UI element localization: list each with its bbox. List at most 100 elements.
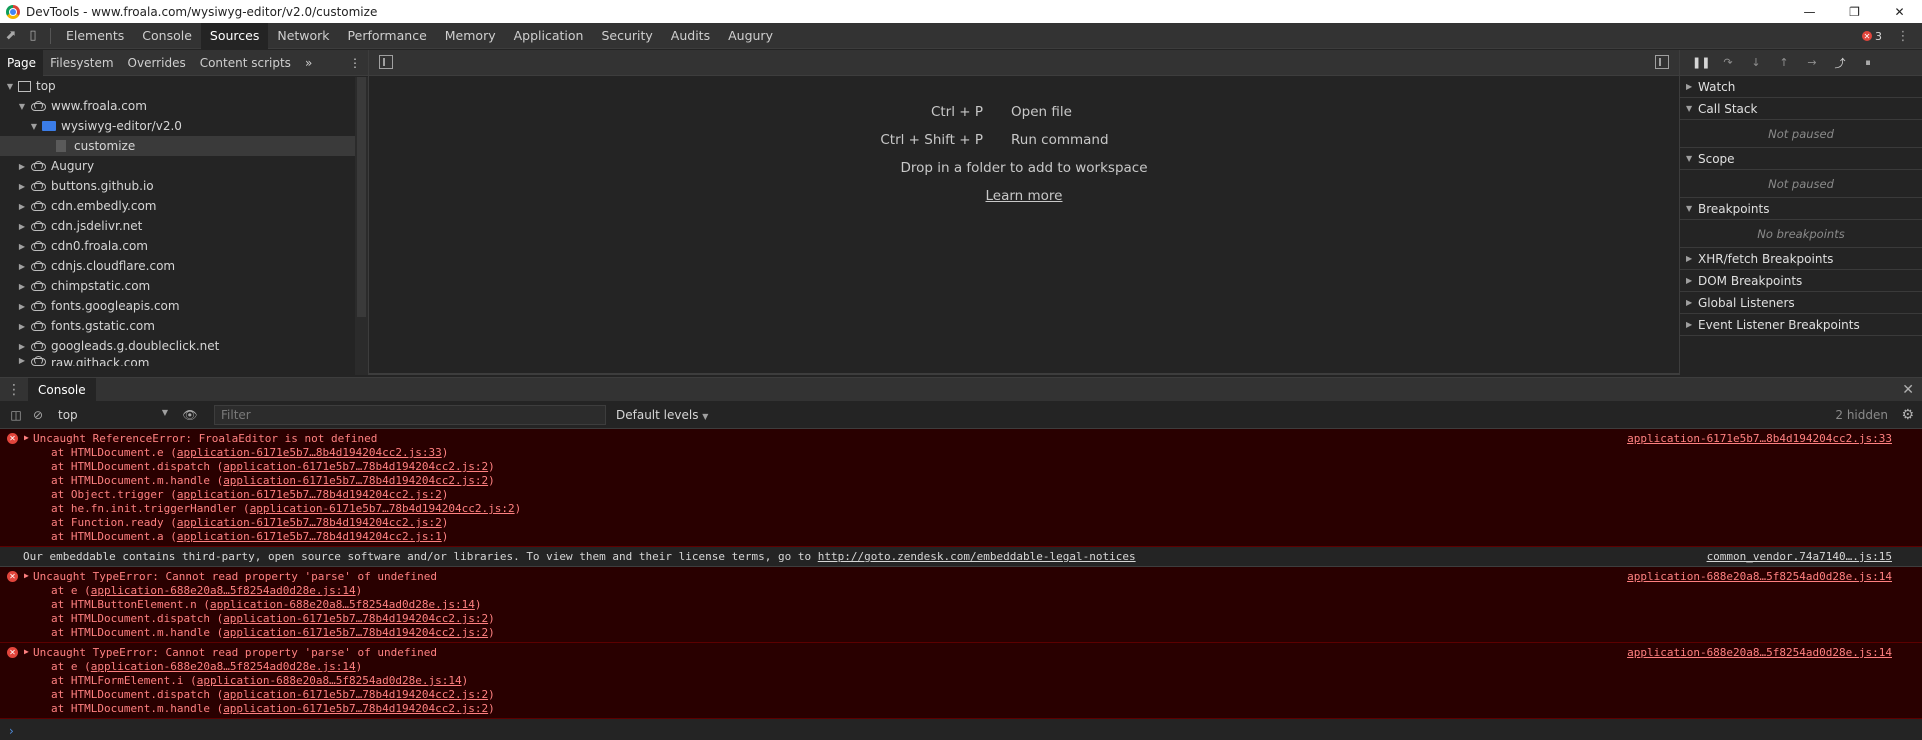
tab-application[interactable]: Application (505, 23, 593, 49)
stack-frame-link[interactable]: application-6171e5b7…78b4d194204cc2.js:2 (223, 626, 488, 639)
stack-frame-link[interactable]: application-6171e5b7…78b4d194204cc2.js:2 (250, 502, 515, 515)
step-icon[interactable]: → (1804, 56, 1820, 69)
close-window-icon[interactable]: ✕ (1877, 0, 1922, 23)
expand-arrow-icon[interactable]: ▶ (24, 433, 29, 442)
legal-notices-link[interactable]: http://goto.zendesk.com/embeddable-legal… (818, 550, 1136, 563)
tab-content-scripts[interactable]: Content scripts (193, 50, 298, 76)
tab-audits[interactable]: Audits (662, 23, 719, 49)
global-listeners-pane[interactable]: ▶ Global Listeners (1680, 292, 1922, 314)
tab-augury[interactable]: Augury (719, 23, 782, 49)
tab-filesystem[interactable]: Filesystem (43, 50, 120, 76)
error-icon: ✕ (7, 571, 18, 582)
learn-more-link[interactable]: Learn more (986, 188, 1063, 204)
tree-item-top[interactable]: ▼ top (0, 76, 368, 96)
tab-elements[interactable]: Elements (57, 23, 133, 49)
show-navigator-icon[interactable] (379, 55, 393, 69)
navigator-scrollbar[interactable] (355, 77, 368, 375)
dom-breakpoints-pane[interactable]: ▶ DOM Breakpoints (1680, 270, 1922, 292)
pause-icon[interactable]: ❚❚ (1692, 56, 1710, 69)
maximize-icon[interactable]: ❐ (1832, 0, 1877, 23)
error-counter[interactable]: ✕ 3 (1862, 30, 1882, 43)
source-link[interactable]: application-688e20a8…5f8254ad0d28e.js:14 (1627, 570, 1892, 583)
tree-item-augury[interactable]: ▶ Augury (0, 156, 368, 176)
tab-security[interactable]: Security (592, 23, 661, 49)
stack-frame-link[interactable]: application-6171e5b7…78b4d194204cc2.js:2 (223, 474, 488, 487)
scrollbar-thumb[interactable] (357, 77, 366, 317)
minimize-icon[interactable]: — (1787, 0, 1832, 23)
tab-sources[interactable]: Sources (200, 22, 269, 49)
expand-arrow-icon[interactable]: ▶ (24, 571, 29, 580)
tree-item-cdn0-froala[interactable]: ▶ cdn0.froala.com (0, 236, 368, 256)
call-stack-pane[interactable]: ▼ Call Stack (1680, 98, 1922, 120)
more-options-icon[interactable]: ⋮ (1892, 25, 1914, 47)
tree-item-cdn-jsdelivr[interactable]: ▶ cdn.jsdelivr.net (0, 216, 368, 236)
tree-item-fonts-googleapis[interactable]: ▶ fonts.googleapis.com (0, 296, 368, 316)
tree-item-wysiwyg[interactable]: ▼ wysiwyg-editor/v2.0 (0, 116, 368, 136)
stack-frame-link[interactable]: application-688e20a8…5f8254ad0d28e.js:14 (91, 660, 356, 673)
tree-item-customize[interactable]: customize (0, 136, 368, 156)
more-tabs-icon[interactable]: » (298, 50, 319, 76)
xhr-breakpoints-pane[interactable]: ▶ XHR/fetch Breakpoints (1680, 248, 1922, 270)
pause-on-exceptions-icon[interactable]: ⏸ (1860, 56, 1876, 70)
device-toolbar-icon[interactable]: ▯ (22, 25, 44, 47)
stack-frame-link[interactable]: application-6171e5b7…78b4d194204cc2.js:2 (223, 460, 488, 473)
stack-frame-link[interactable]: application-6171e5b7…78b4d194204cc2.js:2 (223, 702, 488, 715)
stack-frame-link[interactable]: application-688e20a8…5f8254ad0d28e.js:14 (91, 584, 356, 597)
console-filter-input[interactable] (214, 404, 606, 425)
console-prompt-input[interactable]: › (0, 725, 1922, 740)
tab-drawer-console[interactable]: Console (28, 377, 96, 402)
live-expression-eye-icon[interactable]: 👁 (180, 405, 200, 425)
stack-frame-link[interactable]: application-6171e5b7…78b4d194204cc2.js:1 (177, 530, 442, 543)
tree-item-cdn-embedly[interactable]: ▶ cdn.embedly.com (0, 196, 368, 216)
tab-page[interactable]: Page (0, 49, 44, 76)
sidebar-toggle-icon[interactable]: ◫ (6, 405, 26, 425)
drawer-menu-icon[interactable]: ⋮ (6, 382, 22, 398)
tree-item-cdnjs[interactable]: ▶ cdnjs.cloudflare.com (0, 256, 368, 276)
source-link[interactable]: common_vendor.74a7140….js:15 (1707, 550, 1892, 563)
scope-pane[interactable]: ▼ Scope (1680, 148, 1922, 170)
stack-frame-link[interactable]: application-688e20a8…5f8254ad0d28e.js:14 (210, 598, 475, 611)
stack-frame-link[interactable]: application-688e20a8…5f8254ad0d28e.js:14 (197, 674, 462, 687)
editor-area: Ctrl + P Open file Ctrl + Shift + P Run … (369, 50, 1679, 375)
collapsed-arrow-icon: ▶ (1686, 298, 1693, 307)
tab-performance[interactable]: Performance (339, 23, 436, 49)
stack-frame-link[interactable]: application-6171e5b7…78b4d194204cc2.js:2 (177, 488, 442, 501)
breakpoints-pane[interactable]: ▼ Breakpoints (1680, 198, 1922, 220)
collapsed-arrow-icon: ▶ (1686, 82, 1693, 91)
stack-frame-link[interactable]: application-6171e5b7…8b4d194204cc2.js:33 (177, 446, 442, 459)
log-levels-select[interactable]: Default levels ▼ (616, 408, 708, 422)
show-debugger-icon[interactable] (1655, 55, 1669, 69)
drop-folder-hint: Drop in a folder to add to workspace (900, 160, 1148, 176)
stack-frame-link[interactable]: application-6171e5b7…78b4d194204cc2.js:2 (223, 688, 488, 701)
source-link[interactable]: application-688e20a8…5f8254ad0d28e.js:14 (1627, 646, 1892, 659)
tree-item-raw-githack[interactable]: ▶ raw.githack.com (0, 356, 368, 366)
clear-console-icon[interactable]: ⊘ (28, 405, 48, 425)
stack-frame-link[interactable]: application-6171e5b7…78b4d194204cc2.js:2 (223, 612, 488, 625)
inspect-element-icon[interactable]: ⬈ (0, 25, 22, 47)
tab-console[interactable]: Console (133, 23, 201, 49)
collapsed-arrow-icon: ▶ (18, 221, 26, 231)
tab-network[interactable]: Network (268, 23, 338, 49)
step-out-icon[interactable]: ↑ (1776, 56, 1792, 69)
watch-pane[interactable]: ▶ Watch (1680, 76, 1922, 98)
step-over-icon[interactable]: ↷ (1720, 56, 1736, 69)
close-drawer-icon[interactable]: ✕ (1902, 382, 1914, 398)
expand-arrow-icon[interactable]: ▶ (24, 647, 29, 656)
tree-item-chimpstatic[interactable]: ▶ chimpstatic.com (0, 276, 368, 296)
tree-item-froala[interactable]: ▼ www.froala.com (0, 96, 368, 116)
tree-item-label: top (36, 79, 56, 93)
stack-frame-link[interactable]: application-6171e5b7…78b4d194204cc2.js:2 (177, 516, 442, 529)
source-link[interactable]: application-6171e5b7…8b4d194204cc2.js:33 (1627, 432, 1892, 445)
context-select[interactable]: top ▼ (58, 408, 168, 422)
navigator-menu-icon[interactable]: ⋮ (342, 50, 368, 76)
tab-memory[interactable]: Memory (436, 23, 505, 49)
deactivate-breakpoints-icon[interactable]: ⤴ (1832, 55, 1848, 71)
tree-item-fonts-gstatic[interactable]: ▶ fonts.gstatic.com (0, 316, 368, 336)
collapsed-arrow-icon: ▶ (18, 161, 26, 171)
tree-item-googleads[interactable]: ▶ googleads.g.doubleclick.net (0, 336, 368, 356)
event-listener-breakpoints-pane[interactable]: ▶ Event Listener Breakpoints (1680, 314, 1922, 336)
tree-item-buttons-github[interactable]: ▶ buttons.github.io (0, 176, 368, 196)
console-settings-gear-icon[interactable]: ⚙ (1901, 407, 1914, 423)
tab-overrides[interactable]: Overrides (121, 50, 193, 76)
step-into-icon[interactable]: ↓ (1748, 56, 1764, 69)
